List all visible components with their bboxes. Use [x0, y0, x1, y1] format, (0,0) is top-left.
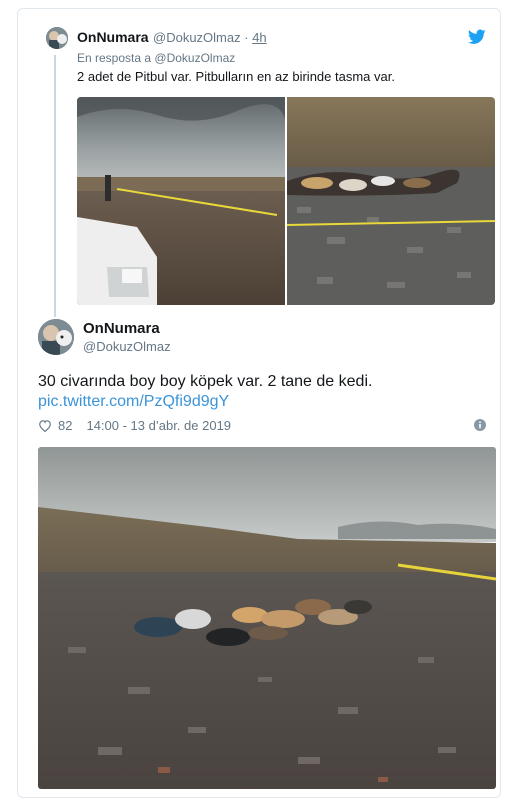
- quoted-author-name[interactable]: OnNumara: [77, 29, 149, 45]
- twitter-bird-icon[interactable]: [468, 29, 486, 45]
- tweet-meta: 82 14:00 - 13 d’abr. de 2019: [38, 418, 231, 433]
- tweet-pic-link[interactable]: pic.twitter.com/PzQfi9d9gY: [38, 393, 229, 411]
- reply-context: En resposta a @DokuzOlmaz: [77, 51, 235, 65]
- quoted-photo-grid: [77, 97, 495, 305]
- info-icon[interactable]: [474, 419, 486, 431]
- like-count[interactable]: 82: [58, 418, 72, 433]
- embedded-tweet-card: OnNumara @DokuzOlmaz · 4h En resposta a …: [17, 8, 501, 798]
- quoted-avatar[interactable]: [46, 27, 68, 49]
- reply-handle-link[interactable]: @DokuzOlmaz: [154, 51, 235, 65]
- quoted-photo-1[interactable]: [77, 97, 285, 305]
- tweet-text: 30 civarında boy boy köpek var. 2 tane d…: [38, 373, 373, 390]
- quoted-tweet-text: 2 adet de Pitbul var. Pitbulların en az …: [77, 69, 395, 84]
- author-handle[interactable]: @DokuzOlmaz: [83, 339, 171, 354]
- quoted-author-handle[interactable]: @DokuzOlmaz · 4h: [153, 30, 267, 45]
- separator: ·: [244, 30, 249, 45]
- heart-icon[interactable]: [38, 419, 52, 432]
- author-name[interactable]: OnNumara: [83, 320, 160, 337]
- reply-prefix: En resposta a: [77, 51, 152, 65]
- quoted-photo-2[interactable]: [287, 97, 495, 305]
- tweet-timestamp[interactable]: 14:00 - 13 d’abr. de 2019: [86, 418, 231, 433]
- tweet-photo[interactable]: [38, 447, 496, 789]
- author-avatar[interactable]: [38, 319, 74, 355]
- thread-line: [54, 55, 56, 317]
- quoted-handle-text[interactable]: @DokuzOlmaz: [153, 30, 241, 45]
- quoted-time[interactable]: 4h: [252, 30, 266, 45]
